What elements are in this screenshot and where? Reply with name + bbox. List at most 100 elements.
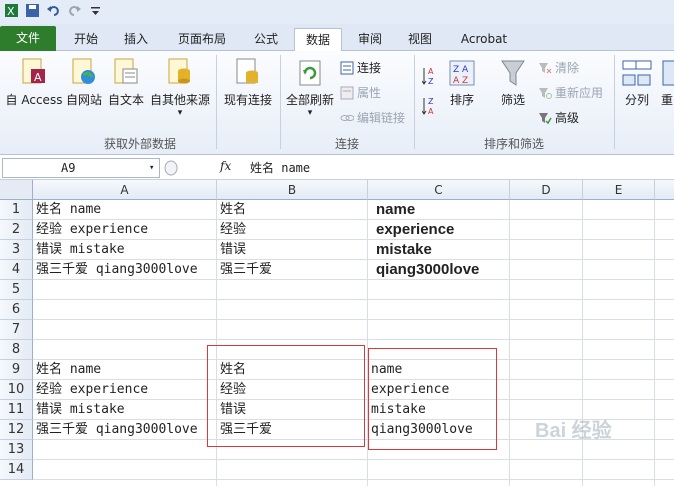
cell-b1[interactable]: 姓名 — [217, 200, 246, 220]
reapply-button[interactable]: 重新应用 — [538, 84, 603, 101]
formula-bar-resize-icon[interactable] — [164, 160, 178, 176]
tab-formulas[interactable]: 公式 — [244, 28, 288, 51]
cell-a11[interactable]: 错误 mistake — [33, 400, 125, 420]
cell-a10[interactable]: 经验 experience — [33, 380, 148, 400]
formula-input[interactable]: 姓名 name — [250, 159, 310, 176]
clear-filter-label: 清除 — [555, 61, 580, 75]
row-header-1[interactable]: 1 — [0, 200, 33, 220]
properties-button[interactable]: 属性 — [340, 84, 381, 101]
row-header-11[interactable]: 11 — [0, 400, 33, 420]
row-header-5[interactable]: 5 — [0, 280, 33, 300]
cell-c2[interactable]: experience — [373, 220, 454, 240]
clear-filter-button[interactable]: 清除 — [538, 59, 579, 76]
column-header-e[interactable]: E — [583, 180, 655, 200]
text-to-columns-button[interactable]: 分列 — [618, 57, 656, 108]
cell-c4[interactable]: qiang3000love — [373, 260, 479, 280]
connections-button[interactable]: 连接 — [340, 59, 381, 76]
row-header-12[interactable]: 12 — [0, 420, 33, 440]
tab-home[interactable]: 开始 — [64, 28, 108, 51]
name-box[interactable]: A9 ▾ — [2, 158, 160, 178]
formula-bar: A9 ▾ fx 姓名 name — [0, 156, 674, 180]
row-header-3[interactable]: 3 — [0, 240, 33, 260]
properties-label: 属性 — [357, 86, 382, 100]
connections-icon — [340, 61, 354, 74]
column-header-d[interactable]: D — [510, 180, 583, 200]
web-icon — [72, 58, 95, 84]
row-header-9[interactable]: 9 — [0, 360, 33, 380]
filter-funnel-icon — [501, 60, 525, 86]
name-box-value: A9 — [61, 161, 76, 175]
text-to-columns-icon — [622, 60, 652, 86]
redo-icon[interactable] — [67, 3, 82, 18]
column-header-f[interactable] — [655, 180, 674, 200]
svg-text:A: A — [428, 107, 434, 116]
from-other-sources-button[interactable]: 自其他来源 ▾ — [148, 57, 212, 118]
from-web-button[interactable]: 自网站 — [64, 57, 104, 108]
quick-access-toolbar: X — [4, 3, 103, 18]
existing-connections-button[interactable]: 现有连接 — [220, 57, 276, 108]
row-header-8[interactable]: 8 — [0, 340, 33, 360]
text-to-columns-label: 分列 — [624, 93, 649, 107]
grid-line — [33, 479, 674, 480]
cell-a4[interactable]: 强三千爱 qiang3000love — [33, 260, 198, 280]
cell-a2[interactable]: 经验 experience — [33, 220, 148, 240]
remove-duplicates-button[interactable]: 重 — [658, 57, 674, 108]
undo-icon[interactable] — [46, 3, 61, 18]
cell-b4[interactable]: 强三千爱 — [217, 260, 272, 280]
group-label-sort-filter: 排序和筛选 — [483, 137, 544, 151]
ribbon-tabs: 文件 开始 插入 页面布局 公式 数据 审阅 视图 Acrobat — [0, 24, 674, 52]
save-icon[interactable] — [25, 3, 40, 18]
cell-a12[interactable]: 强三千爱 qiang3000love — [33, 420, 198, 440]
cell-c3[interactable]: mistake — [373, 240, 432, 260]
advanced-filter-icon — [539, 112, 552, 124]
svg-text:A Z: A Z — [453, 76, 468, 86]
row-header-10[interactable]: 10 — [0, 380, 33, 400]
select-all-corner[interactable] — [0, 180, 33, 200]
refresh-all-button[interactable]: 全部刷新 ▾ — [284, 57, 336, 118]
row-header-4[interactable]: 4 — [0, 260, 33, 280]
sort-az-button[interactable]: AZ — [422, 65, 438, 87]
row-header-7[interactable]: 7 — [0, 320, 33, 340]
row-header-2[interactable]: 2 — [0, 220, 33, 240]
advanced-filter-button[interactable]: 高级 — [538, 109, 579, 126]
refresh-icon — [299, 60, 321, 86]
column-header-c[interactable]: C — [368, 180, 510, 200]
existing-connections-icon — [236, 58, 258, 84]
row-header-14[interactable]: 14 — [0, 460, 33, 480]
edit-links-button[interactable]: 编辑链接 — [340, 109, 405, 126]
column-header-a[interactable]: A — [33, 180, 217, 200]
insert-function-icon[interactable]: fx — [220, 159, 231, 173]
tab-insert[interactable]: 插入 — [114, 28, 158, 51]
column-header-b[interactable]: B — [217, 180, 368, 200]
cell-a1[interactable]: 姓名 name — [33, 200, 101, 220]
cell-a9[interactable]: 姓名 name — [33, 360, 101, 380]
row-header-6[interactable]: 6 — [0, 300, 33, 320]
sort-button[interactable]: Z AA Z 排序 — [444, 57, 480, 108]
sort-descending-icon: ZA — [422, 97, 434, 116]
cell-c1[interactable]: name — [373, 200, 415, 220]
from-web-label: 自网站 — [65, 93, 102, 107]
existing-connections-label: 现有连接 — [223, 93, 272, 107]
name-box-dropdown-icon[interactable]: ▾ — [149, 159, 154, 177]
tab-page-layout[interactable]: 页面布局 — [170, 28, 234, 51]
tab-data[interactable]: 数据 — [294, 28, 342, 52]
from-other-sources-label: 自其他来源 — [149, 93, 210, 107]
tab-file[interactable]: 文件 — [0, 26, 56, 51]
filter-button[interactable]: 筛选 — [494, 57, 532, 108]
svg-text:X: X — [7, 5, 15, 18]
cell-a3[interactable]: 错误 mistake — [33, 240, 125, 260]
group-label-get-external: 获取外部数据 — [103, 137, 176, 151]
customize-qat-icon[interactable] — [88, 3, 103, 18]
from-text-button[interactable]: 自文本 — [106, 57, 146, 108]
row-header-13[interactable]: 13 — [0, 440, 33, 460]
cell-b2[interactable]: 经验 — [217, 220, 246, 240]
tab-review[interactable]: 审阅 — [348, 28, 392, 51]
tab-view[interactable]: 视图 — [398, 28, 442, 51]
from-access-button[interactable]: A 自 Access — [4, 57, 64, 108]
tab-acrobat[interactable]: Acrobat — [454, 28, 514, 51]
cell-b3[interactable]: 错误 — [217, 240, 246, 260]
sort-za-button[interactable]: ZA — [422, 95, 438, 117]
group-separator — [414, 55, 415, 149]
properties-icon — [340, 86, 354, 99]
svg-text:Z: Z — [428, 77, 434, 86]
